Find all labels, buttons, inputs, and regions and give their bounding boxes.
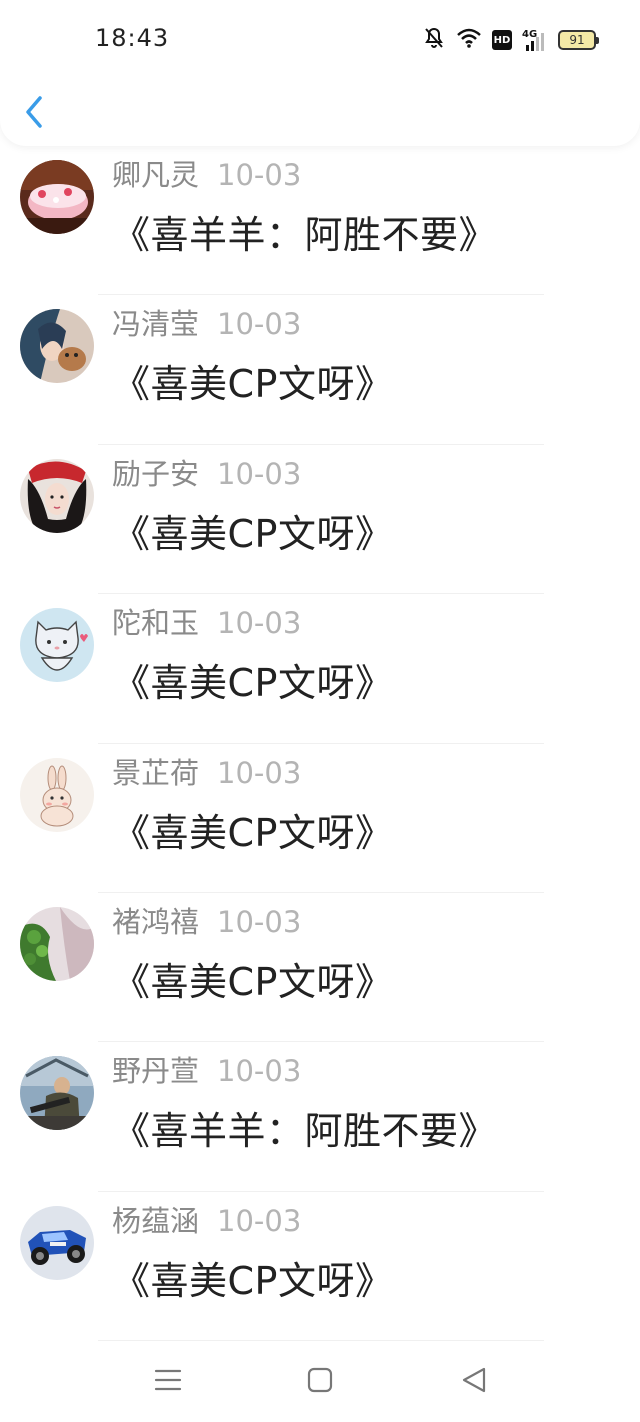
- back-nav-button[interactable]: [454, 1362, 494, 1402]
- comment-text: 《喜羊羊：阿胜不要》: [112, 1109, 498, 1154]
- battery-level: 91: [569, 33, 585, 47]
- menu-icon: [154, 1366, 182, 1398]
- comment-text: 《喜美CP文呀》: [112, 1258, 394, 1303]
- commenter-name[interactable]: 景芷荷: [112, 750, 199, 792]
- commenter-name[interactable]: 卿凡灵: [112, 152, 199, 194]
- comment-header: 野丹萱 10-03: [112, 1048, 301, 1090]
- comment-date: 10-03: [217, 1203, 302, 1238]
- comment-header: 景芷荷 10-03: [112, 750, 301, 792]
- comment-date: 10-03: [217, 904, 302, 939]
- comment-text: 《喜美CP文呀》: [112, 810, 394, 855]
- commenter-name[interactable]: 杨蕴涵: [112, 1198, 199, 1240]
- status-time: 18:43: [95, 24, 170, 52]
- menu-button[interactable]: [148, 1362, 188, 1402]
- comment-header: 冯清莹 10-03: [112, 301, 301, 343]
- list-item[interactable]: 褚鸿禧 10-03 《喜美CP文呀》: [0, 893, 640, 1043]
- status-bar: 18:43 HD 4G 91: [0, 0, 640, 80]
- comment-date: 10-03: [217, 456, 302, 491]
- avatar[interactable]: [20, 1205, 94, 1280]
- list-item[interactable]: 卿凡灵 10-03 《喜羊羊：阿胜不要》: [0, 146, 640, 296]
- comment-header: 褚鸿禧 10-03: [112, 899, 301, 941]
- comment-date: 10-03: [217, 307, 302, 342]
- list-item[interactable]: 杨蕴涵 10-03 《喜美CP文呀》: [0, 1192, 640, 1342]
- comment-header: 励子安 10-03: [112, 451, 301, 493]
- comment-text: 《喜美CP文呀》: [112, 362, 394, 407]
- system-nav-bar: [0, 1340, 640, 1422]
- comment-text: 《喜美CP文呀》: [112, 959, 394, 1004]
- comment-list: 卿凡灵 10-03 《喜羊羊：阿胜不要》 冯清莹 10-03 《喜美CP文呀》: [0, 146, 640, 1342]
- comment-header: 陀和玉 10-03: [112, 600, 301, 642]
- comment-text: 《喜美CP文呀》: [112, 511, 394, 556]
- bell-muted-icon: [422, 26, 446, 54]
- avatar[interactable]: [20, 757, 94, 832]
- avatar[interactable]: [20, 906, 94, 981]
- commenter-name[interactable]: 野丹萱: [112, 1048, 199, 1090]
- home-square-icon: [306, 1366, 334, 1398]
- avatar[interactable]: [20, 1056, 94, 1131]
- list-item[interactable]: 陀和玉 10-03 《喜美CP文呀》: [0, 594, 640, 744]
- list-item[interactable]: 励子安 10-03 《喜美CP文呀》: [0, 445, 640, 595]
- battery-icon: 91: [558, 30, 599, 50]
- list-item[interactable]: 野丹萱 10-03 《喜羊羊：阿胜不要》: [0, 1042, 640, 1192]
- wifi-icon: [456, 27, 482, 53]
- home-button[interactable]: [300, 1362, 340, 1402]
- comment-date: 10-03: [217, 755, 302, 790]
- avatar[interactable]: [20, 309, 94, 384]
- comment-text: 《喜羊羊：阿胜不要》: [112, 213, 498, 257]
- comment-date: 10-03: [217, 606, 302, 641]
- back-button[interactable]: [20, 92, 50, 132]
- avatar[interactable]: [20, 160, 94, 234]
- comment-header: 卿凡灵 10-03: [112, 152, 301, 194]
- avatar[interactable]: [20, 608, 94, 683]
- hd-icon: HD: [492, 30, 512, 50]
- comment-date: 10-03: [217, 1054, 302, 1089]
- commenter-name[interactable]: 冯清莹: [112, 301, 199, 343]
- commenter-name[interactable]: 陀和玉: [112, 600, 199, 642]
- commenter-name[interactable]: 褚鸿禧: [112, 899, 199, 941]
- comment-header: 杨蕴涵 10-03: [112, 1198, 301, 1240]
- commenter-name[interactable]: 励子安: [112, 451, 199, 493]
- avatar[interactable]: [20, 458, 94, 533]
- comment-text: 《喜美CP文呀》: [112, 661, 394, 706]
- status-icons: HD 4G 91: [422, 26, 599, 54]
- chevron-left-icon: [20, 96, 50, 136]
- comment-date: 10-03: [217, 158, 302, 192]
- list-item[interactable]: 景芷荷 10-03 《喜美CP文呀》: [0, 744, 640, 893]
- back-triangle-icon: [460, 1366, 488, 1398]
- list-item[interactable]: 冯清莹 10-03 《喜美CP文呀》: [0, 295, 640, 445]
- signal-4g-icon: 4G: [522, 29, 548, 51]
